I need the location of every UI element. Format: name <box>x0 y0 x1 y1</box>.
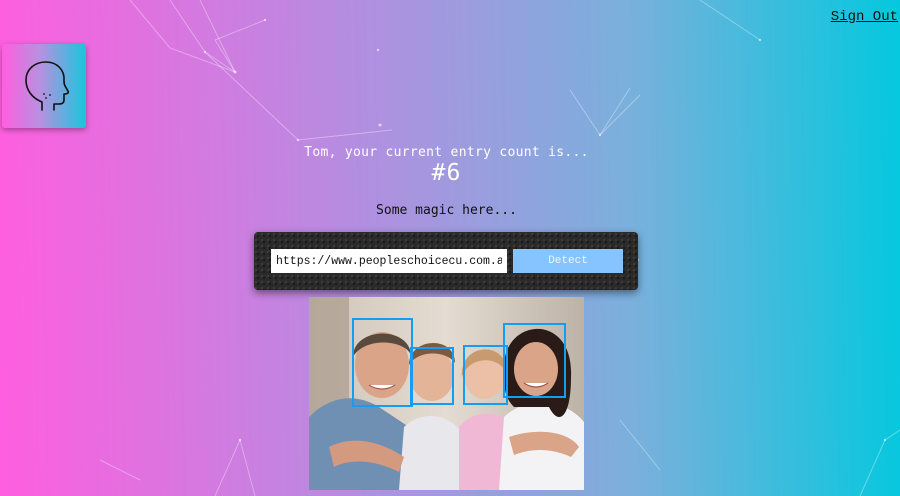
image-url-input[interactable] <box>271 249 507 273</box>
face-box <box>410 347 454 405</box>
head-profile-icon <box>25 61 70 111</box>
entry-count-value: #6 <box>431 160 462 186</box>
face-box <box>463 345 508 405</box>
entry-count-message: Tom, your current entry count is... <box>304 145 589 160</box>
tagline: Some magic here... <box>376 203 517 218</box>
logo[interactable] <box>2 44 86 128</box>
detect-button[interactable]: Detect <box>513 249 623 273</box>
face-detection-image <box>309 297 584 490</box>
face-box <box>503 323 566 398</box>
image-url-form: Detect <box>254 232 638 290</box>
sign-out-link[interactable]: Sign Out <box>831 9 898 25</box>
face-box <box>352 318 413 407</box>
